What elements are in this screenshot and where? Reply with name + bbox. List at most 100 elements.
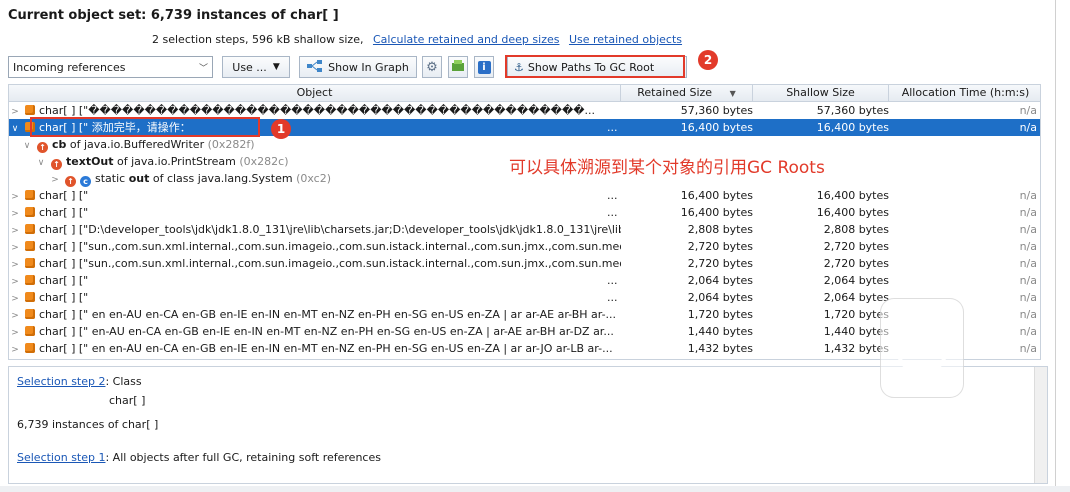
row-shallow: 1,432 bytes xyxy=(823,342,889,355)
row-object: char[ ] [" en en-AU en-CA en-GB en-IE en… xyxy=(39,342,613,355)
object-icon xyxy=(25,309,35,319)
reference-id: (0x282c) xyxy=(235,155,289,168)
row-object: char[ ] ["sun.,com.sun.xml.internal.,com… xyxy=(39,257,621,270)
object-icon xyxy=(25,275,35,285)
table-row[interactable]: > char[ ] ["... 2,064 bytes 2,064 bytes n/a xyxy=(9,272,1040,289)
expand-icon[interactable]: > xyxy=(9,257,21,272)
column-retained-label: Retained Size xyxy=(637,86,713,99)
step-badge-1: 1 xyxy=(271,119,291,139)
table-row[interactable]: > char[ ] ["sun.,com.sun.xml.internal.,co… xyxy=(9,255,1040,272)
info-button[interactable]: i xyxy=(474,56,494,78)
selection-step-2-link[interactable]: Selection step 2 xyxy=(17,375,105,388)
reference-field: cb xyxy=(52,138,67,151)
row-shallow: 1,440 bytes xyxy=(823,325,889,338)
row-shallow: 57,360 bytes xyxy=(816,104,889,117)
expand-icon[interactable]: > xyxy=(9,104,21,119)
row-alloc: n/a xyxy=(1019,223,1037,236)
use-button-label: Use ... xyxy=(232,60,267,74)
table-row[interactable]: > char[ ] ["... 16,400 bytes 16,400 bytes n/… xyxy=(9,187,1040,204)
column-object[interactable]: Object xyxy=(9,85,621,101)
selection-step-2-class: char[ ] xyxy=(109,394,146,407)
expand-icon[interactable]: > xyxy=(9,325,21,340)
row-object: char[ ] ["D:\developer_tools\jdk\jdk1.8.… xyxy=(39,223,621,236)
column-shallow-size[interactable]: Shallow Size xyxy=(753,85,889,101)
row-retained: 2,720 bytes xyxy=(687,240,753,253)
export-icon xyxy=(451,59,465,75)
selection-step-1-link[interactable]: Selection step 1 xyxy=(17,451,105,464)
view-select-value: Incoming references xyxy=(13,60,126,74)
row-object: char[ ] [" xyxy=(39,189,89,202)
expand-icon[interactable]: > xyxy=(49,172,61,187)
summary-text: 2 selection steps, 596 kB shallow size, xyxy=(152,33,364,46)
row-retained: 16,400 bytes xyxy=(680,121,753,134)
row-retained: 1,720 bytes xyxy=(687,308,753,321)
row-shallow: 2,064 bytes xyxy=(823,274,889,287)
expand-icon[interactable]: > xyxy=(9,274,21,289)
dropdown-arrow-icon: ▼ xyxy=(272,62,280,72)
object-icon xyxy=(25,224,35,234)
row-shallow: 2,808 bytes xyxy=(823,223,889,236)
column-retained-size[interactable]: Retained Size ▼ xyxy=(621,85,753,101)
play-icon xyxy=(894,319,950,378)
expand-icon[interactable]: > xyxy=(9,189,21,204)
object-icon xyxy=(25,105,35,115)
class-icon: c xyxy=(80,176,91,187)
row-retained: 57,360 bytes xyxy=(680,104,753,117)
row-alloc: n/a xyxy=(1019,257,1037,270)
expand-icon[interactable]: > xyxy=(9,223,21,238)
row-alloc: n/a xyxy=(1019,104,1037,117)
instance-count: 6,739 instances of char[ ] xyxy=(17,418,159,431)
expand-icon[interactable]: > xyxy=(9,240,21,255)
table-row[interactable]: > char[ ] ["... 16,400 bytes 16,400 bytes n/… xyxy=(9,204,1040,221)
row-retained: 2,808 bytes xyxy=(687,223,753,236)
row-shallow: 16,400 bytes xyxy=(816,206,889,219)
view-select[interactable]: Incoming references ﹀ xyxy=(8,56,213,78)
expand-icon[interactable]: > xyxy=(9,291,21,306)
export-button[interactable] xyxy=(448,56,468,78)
graph-icon xyxy=(307,59,323,75)
step-badge-2: 2 xyxy=(698,50,718,70)
collapse-icon[interactable]: ∨ xyxy=(35,155,47,170)
field-reference-icon: ↑ xyxy=(51,159,62,170)
row-ellipsis: ... xyxy=(607,121,618,134)
show-in-graph-button[interactable]: Show In Graph xyxy=(299,56,417,78)
use-retained-objects-link[interactable]: Use retained objects xyxy=(569,33,682,46)
table-header: Object Retained Size ▼ Shallow Size Allo… xyxy=(9,85,1040,102)
calculate-retained-link[interactable]: Calculate retained and deep sizes xyxy=(373,33,560,46)
row-alloc: n/a xyxy=(1019,189,1037,202)
details-scrollbar[interactable] xyxy=(1034,367,1047,483)
object-icon xyxy=(25,292,35,302)
reference-row[interactable]: ∨ ↑ cb of java.io.BufferedWriter (0x282f) xyxy=(9,136,1040,153)
row-retained: 2,064 bytes xyxy=(687,274,753,287)
expand-icon[interactable]: > xyxy=(9,308,21,323)
row-alloc: n/a xyxy=(1019,206,1037,219)
annotation-text: 可以具体溯源到某个对象的引用GC Roots xyxy=(509,158,825,178)
row-ellipsis: ... xyxy=(607,206,618,219)
reference-field: out xyxy=(128,172,150,185)
object-icon xyxy=(25,326,35,336)
collapse-icon[interactable]: ∨ xyxy=(21,138,33,153)
reference-desc: of java.io.PrintStream xyxy=(113,155,236,168)
field-reference-icon: ↑ xyxy=(37,142,48,153)
row-retained: 1,432 bytes xyxy=(687,342,753,355)
expand-icon[interactable]: > xyxy=(9,206,21,221)
row-alloc: n/a xyxy=(1019,240,1037,253)
row-retained: 2,064 bytes xyxy=(687,291,753,304)
page-title: Current object set: 6,739 instances of c… xyxy=(8,8,339,23)
highlight-box-selected-row xyxy=(30,117,260,137)
table-row[interactable]: > char[ ] ["D:\developer_tools\jdk\jdk1.8… xyxy=(9,221,1040,238)
video-overlay[interactable] xyxy=(880,298,964,398)
sort-desc-icon: ▼ xyxy=(729,89,736,98)
highlight-box-paths xyxy=(505,55,685,78)
expand-icon[interactable]: > xyxy=(9,342,21,357)
column-allocation-time[interactable]: Allocation Time (h:m:s) xyxy=(889,85,1040,101)
reference-prefix: static xyxy=(95,172,129,185)
object-icon xyxy=(25,343,35,353)
use-button[interactable]: Use ... ▼ xyxy=(222,56,290,78)
chevron-down-icon: ﹀ xyxy=(198,64,208,74)
table-row[interactable]: > char[ ] ["sun.,com.sun.xml.internal.,co… xyxy=(9,238,1040,255)
collapse-icon[interactable]: ∨ xyxy=(9,121,21,136)
reference-field: textOut xyxy=(66,155,114,168)
settings-button[interactable]: ⚙ xyxy=(422,56,442,78)
row-shallow: 16,400 bytes xyxy=(816,121,889,134)
